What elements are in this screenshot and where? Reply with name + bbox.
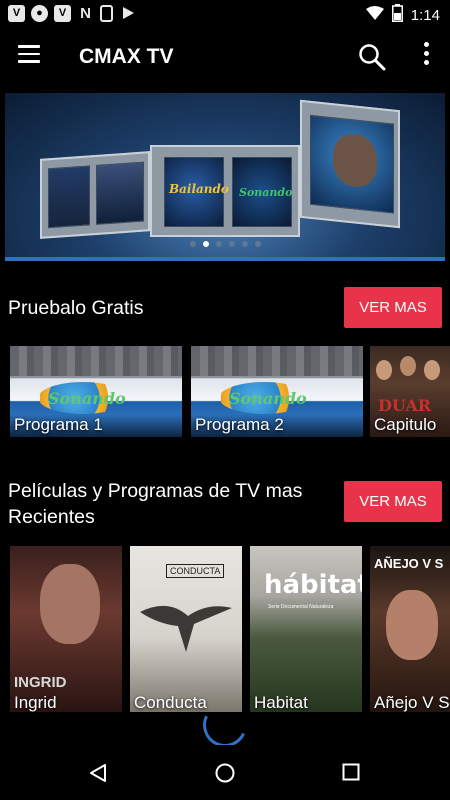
program-card[interactable]: DUAR Capitulo (370, 346, 450, 437)
film-strip-right (300, 99, 400, 229)
vine-icon: V (54, 5, 71, 22)
recents-icon[interactable] (342, 763, 360, 786)
status-bar: V ● V N 1:14 (0, 0, 450, 28)
poster-logo: hábitat (264, 570, 362, 600)
program-card[interactable]: Sonando Programa 1 (10, 346, 182, 437)
bailando-logo: Bailando (169, 182, 229, 196)
card-title: Ingrid (14, 693, 57, 712)
download-icon (119, 5, 136, 22)
section-title-recientes: Películas y Programas de TV mas Reciente… (8, 480, 303, 528)
section-title-pruebalo: Pruebalo Gratis (8, 297, 144, 319)
battery-charging-icon (391, 4, 403, 27)
carousel-indicator (5, 241, 445, 247)
film-strip-left (40, 151, 150, 239)
ver-mas-button[interactable]: VER MAS (344, 287, 442, 328)
movie-poster[interactable]: INGRID Ingrid (10, 546, 122, 712)
movie-poster[interactable]: AÑEJO V S Añejo V S (370, 546, 450, 712)
account-circle-icon: ● (31, 5, 48, 22)
poster-logo: INGRID (14, 674, 67, 691)
poster-logo: DUAR (378, 396, 432, 415)
featured-banner[interactable]: Bailando Sonando (5, 93, 445, 257)
poster-logo: AÑEJO V S (374, 556, 444, 571)
card-title: Habitat (254, 693, 308, 712)
card-title: Conducta (134, 693, 207, 712)
home-icon[interactable] (215, 763, 235, 788)
card-title: Capitulo (374, 415, 437, 434)
carousel-dot[interactable] (254, 241, 261, 247)
card-title: Programa 2 (195, 415, 284, 434)
sonando-logo: Sonando (239, 186, 293, 199)
dove-image (140, 605, 232, 652)
ver-mas-button[interactable]: VER MAS (344, 481, 442, 522)
card-title: Programa 1 (14, 415, 103, 434)
movie-poster[interactable]: CONDUCTA Conducta (130, 546, 242, 712)
movie-poster[interactable]: hábitat Serie Documental Naturaleza Habi… (250, 546, 362, 712)
poster-logo: CONDUCTA (166, 564, 225, 578)
film-strip-middle: Bailando Sonando (150, 145, 300, 237)
card-title: Añejo V S (374, 693, 450, 712)
program-card[interactable]: Sonando Programa 2 (191, 346, 363, 437)
host-portrait (333, 132, 377, 189)
wifi-icon (365, 5, 384, 26)
notification-icons: V ● V N (8, 5, 136, 22)
phone-icon (100, 5, 113, 22)
carousel-dot[interactable] (241, 241, 248, 247)
banner-accent-line (5, 257, 445, 261)
menu-icon[interactable] (18, 45, 42, 69)
carousel-dot[interactable] (189, 241, 196, 247)
system-nav-bar (0, 745, 450, 800)
n-icon: N (80, 5, 91, 22)
search-icon[interactable] (358, 43, 386, 71)
app-bar: CMAX TV (0, 28, 450, 86)
vine-icon: V (8, 5, 25, 22)
clock: 1:14 (410, 7, 440, 24)
carousel-dot[interactable] (228, 241, 235, 247)
back-icon[interactable] (88, 763, 108, 788)
carousel-dot[interactable] (215, 241, 222, 247)
carousel-dot-active[interactable] (202, 241, 209, 247)
app-title: CMAX TV (79, 45, 174, 68)
more-vert-icon[interactable] (420, 42, 432, 72)
